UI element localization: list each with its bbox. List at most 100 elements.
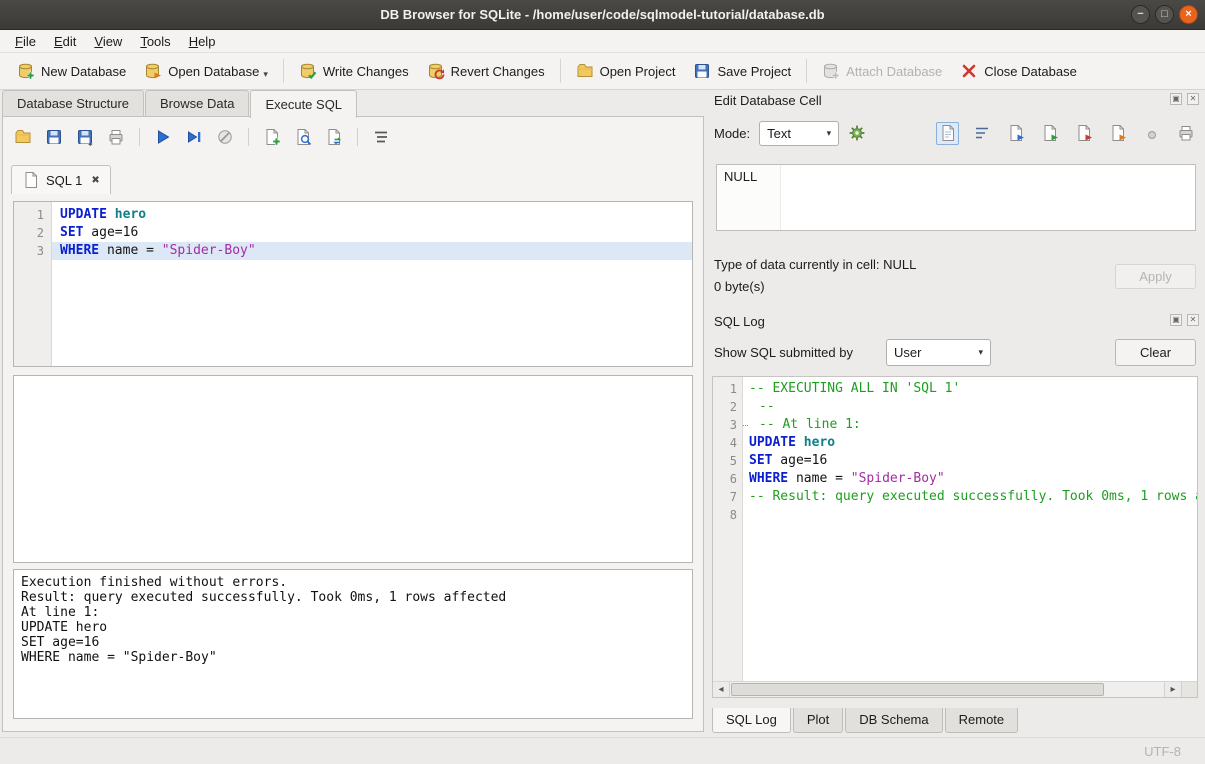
mode-selected-value: Text bbox=[767, 126, 791, 141]
code-token: UPDATE bbox=[60, 207, 107, 222]
save-sql-as-icon[interactable] bbox=[75, 127, 95, 147]
save-cell-data-icon[interactable] bbox=[1038, 122, 1061, 145]
code-line: 5SET age=16 bbox=[713, 452, 1197, 470]
toolbar-button-label: Write Changes bbox=[323, 64, 409, 79]
window-maximize-button[interactable]: □ bbox=[1155, 5, 1174, 24]
line-number: 2 bbox=[14, 224, 52, 242]
code-line: 3WHERE name = "Spider-Boy" bbox=[14, 242, 692, 260]
status-bar: UTF-8 bbox=[0, 737, 1205, 764]
filter-label: Show SQL submitted by bbox=[714, 345, 853, 360]
window-minimize-button[interactable]: − bbox=[1131, 5, 1150, 24]
export-cell-data-icon[interactable] bbox=[1106, 122, 1129, 145]
code-text: -- Result: query executed successfully. … bbox=[743, 488, 1197, 506]
write-changes-button[interactable]: Write Changes bbox=[290, 56, 418, 86]
wrap-lines-icon[interactable] bbox=[970, 122, 993, 145]
attach-database-button: Attach Database bbox=[813, 56, 951, 86]
execute-current-line-icon[interactable] bbox=[184, 127, 204, 147]
code-text: UPDATE hero bbox=[52, 206, 692, 224]
menu-bar: FileEditViewToolsHelp bbox=[0, 30, 1205, 53]
submitted-by-select[interactable]: User ▾ bbox=[886, 339, 991, 366]
stop-icon[interactable] bbox=[215, 127, 235, 147]
apply-button: Apply bbox=[1115, 264, 1196, 289]
replace-icon[interactable] bbox=[324, 127, 344, 147]
code-text: UPDATE hero bbox=[743, 434, 1197, 452]
find-icon[interactable] bbox=[293, 127, 313, 147]
close-database-icon bbox=[960, 62, 978, 80]
cell-value: NULL bbox=[724, 169, 757, 184]
encoding-label: UTF-8 bbox=[1144, 744, 1181, 759]
close-database-button[interactable]: Close Database bbox=[951, 56, 1086, 86]
menu-help[interactable]: Help bbox=[180, 31, 225, 52]
open-tab-icon[interactable] bbox=[262, 127, 282, 147]
toolbar-separator bbox=[248, 128, 249, 146]
tab-database-structure[interactable]: Database Structure bbox=[2, 90, 144, 116]
window-title: DB Browser for SQLite - /home/user/code/… bbox=[380, 7, 824, 22]
log-horizontal-scrollbar[interactable]: ◂ ▸ bbox=[713, 681, 1197, 697]
revert-changes-button[interactable]: Revert Changes bbox=[418, 56, 554, 86]
line-number: 4 bbox=[713, 434, 743, 452]
write-changes-icon bbox=[299, 62, 317, 80]
tab-browse-data[interactable]: Browse Data bbox=[145, 90, 249, 116]
menu-file[interactable]: File bbox=[6, 31, 45, 52]
cell-editor[interactable]: NULL bbox=[716, 164, 1196, 231]
edit-cell-title: Edit Database Cell bbox=[714, 93, 822, 108]
sql-log-area[interactable]: 1−-- EXECUTING ALL IN 'SQL 1'2--3-- At l… bbox=[712, 376, 1198, 698]
edit-cell-float-icon[interactable]: ▣ bbox=[1170, 93, 1182, 105]
print-cell-icon[interactable] bbox=[1174, 122, 1197, 145]
execute-all-icon[interactable] bbox=[153, 127, 173, 147]
window-controls: −□ × bbox=[1131, 5, 1198, 24]
new-database-icon bbox=[17, 62, 35, 80]
open-project-button[interactable]: Open Project bbox=[567, 56, 685, 86]
bottom-tab-sql-log[interactable]: SQL Log bbox=[712, 708, 791, 733]
toolbar-separator bbox=[283, 59, 284, 83]
clear-cell-icon[interactable] bbox=[1140, 122, 1163, 145]
scrollbar-thumb[interactable] bbox=[731, 683, 1104, 696]
sql-editor[interactable]: 1UPDATE hero2SET age=163WHERE name = "Sp… bbox=[13, 201, 693, 367]
sql-log-close-icon[interactable]: ✕ bbox=[1187, 314, 1199, 326]
menu-tools[interactable]: Tools bbox=[131, 31, 179, 52]
edit-cell-close-icon[interactable]: ✕ bbox=[1187, 93, 1199, 105]
new-database-button[interactable]: New Database bbox=[8, 56, 135, 86]
toolbar-separator bbox=[806, 59, 807, 83]
import-cell-data-icon[interactable] bbox=[1072, 122, 1095, 145]
edit-cell-toolbar: Mode: Text ▾ bbox=[714, 120, 1197, 146]
code-text bbox=[743, 506, 1197, 524]
scroll-left-arrow-icon[interactable]: ◂ bbox=[713, 682, 730, 697]
mode-select[interactable]: Text ▾ bbox=[759, 121, 839, 146]
scrollbar-corner bbox=[1181, 682, 1197, 697]
save-project-button[interactable]: Save Project bbox=[684, 56, 800, 86]
sql1-tab[interactable]: SQL 1 ✖ bbox=[11, 165, 111, 194]
tab-execute-sql[interactable]: Execute SQL bbox=[250, 90, 357, 118]
menu-edit[interactable]: Edit bbox=[45, 31, 85, 52]
scroll-right-arrow-icon[interactable]: ▸ bbox=[1164, 682, 1181, 697]
menu-view[interactable]: View bbox=[85, 31, 131, 52]
bottom-tab-plot[interactable]: Plot bbox=[793, 708, 843, 733]
format-sql-icon[interactable] bbox=[371, 127, 391, 147]
toolbar-separator bbox=[357, 128, 358, 146]
open-cell-data-icon[interactable] bbox=[1004, 122, 1027, 145]
code-text: SET age=16 bbox=[743, 452, 1197, 470]
title-bar[interactable]: DB Browser for SQLite - /home/user/code/… bbox=[0, 0, 1205, 30]
open-database-button[interactable]: Open Database▾ bbox=[135, 56, 277, 86]
code-line: 4UPDATE hero bbox=[713, 434, 1197, 452]
toolbar-separator bbox=[560, 59, 561, 83]
clear-button[interactable]: Clear bbox=[1115, 339, 1196, 366]
print-sql-icon[interactable] bbox=[106, 127, 126, 147]
line-number: 1 bbox=[14, 206, 52, 224]
save-sql-file-icon[interactable] bbox=[44, 127, 64, 147]
scrollbar-track[interactable] bbox=[730, 682, 1164, 697]
line-number: 8 bbox=[713, 506, 743, 524]
text-view-icon[interactable] bbox=[936, 122, 959, 145]
code-token: -- EXECUTING ALL IN 'SQL 1' bbox=[749, 381, 960, 396]
cell-type-info: Type of data currently in cell: NULL bbox=[714, 257, 916, 272]
code-line: 6WHERE name = "Spider-Boy" bbox=[713, 470, 1197, 488]
bottom-tab-db-schema[interactable]: DB Schema bbox=[845, 708, 942, 733]
code-token: age=16 bbox=[772, 453, 827, 468]
sql-log-float-icon[interactable]: ▣ bbox=[1170, 314, 1182, 326]
mode-apply-icon[interactable] bbox=[848, 124, 866, 142]
close-tab-icon[interactable]: ✖ bbox=[91, 175, 99, 186]
code-line: 7-- Result: query executed successfully.… bbox=[713, 488, 1197, 506]
open-sql-file-icon[interactable] bbox=[13, 127, 33, 147]
window-close-button[interactable]: × bbox=[1179, 5, 1198, 24]
bottom-tab-remote[interactable]: Remote bbox=[945, 708, 1019, 733]
